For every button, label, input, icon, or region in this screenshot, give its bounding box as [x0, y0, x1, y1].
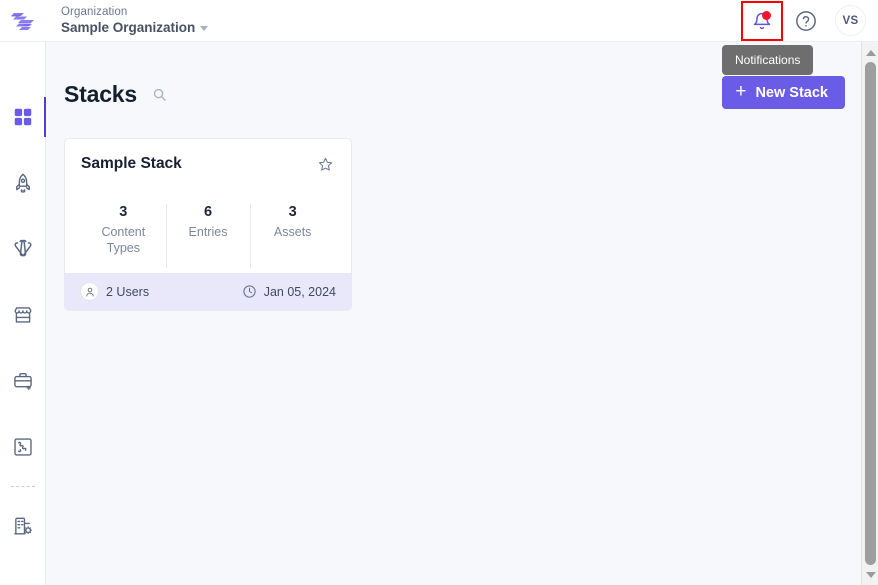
scrollbar-thumb[interactable] — [865, 62, 876, 565]
question-mark-circle-icon — [796, 10, 816, 31]
scroll-up-button[interactable] — [862, 45, 878, 60]
top-header-bar: Organization Sample Organization VS — [0, 0, 878, 42]
chevron-down-icon[interactable] — [200, 26, 209, 32]
rail-divider — [10, 486, 35, 487]
briefcase-plus-icon — [13, 372, 32, 391]
organization-name-text: Sample Organization — [61, 19, 196, 35]
sidebar-item-automate[interactable] — [0, 216, 46, 282]
avatar-initials: VS — [842, 14, 859, 27]
contentstack-logo-icon[interactable] — [0, 0, 46, 42]
page-title: Stacks — [64, 80, 137, 107]
storefront-icon — [14, 307, 31, 323]
favorite-stack-button[interactable] — [315, 154, 335, 174]
stat-value: 6 — [203, 204, 213, 220]
stat-assets: 3 Assets — [250, 204, 335, 269]
stack-date: Jan 05, 2024 — [242, 284, 336, 299]
stat-label: Assets — [273, 225, 312, 239]
automate-icon — [13, 239, 32, 257]
notifications-tooltip: Notifications — [722, 45, 814, 75]
triangle-down-icon — [865, 571, 876, 578]
stat-entries: 6 Entries — [165, 204, 251, 269]
puzzle-piece-icon — [13, 438, 32, 456]
notifications-button[interactable] — [741, 0, 783, 41]
stack-card[interactable]: Sample Stack 3 Content Types 6 Entries 3… — [64, 138, 352, 312]
vertical-scrollbar[interactable] — [861, 42, 878, 585]
triangle-up-icon — [865, 49, 876, 56]
building-gear-icon — [13, 517, 32, 535]
stack-users[interactable]: 2 Users — [80, 282, 150, 302]
stack-name: Sample Stack — [81, 155, 182, 172]
sidebar-item-launch[interactable] — [0, 150, 46, 216]
sidebar-item-apps[interactable] — [0, 414, 46, 480]
organization-name[interactable]: Sample Organization — [61, 19, 209, 36]
star-outline-icon — [318, 157, 332, 171]
rocket-icon — [15, 173, 30, 194]
help-button[interactable] — [791, 6, 821, 36]
stack-date-text: Jan 05, 2024 — [263, 284, 336, 299]
scroll-down-button[interactable] — [862, 567, 878, 582]
sidebar-item-stacks[interactable] — [0, 84, 46, 150]
left-navigation-rail — [0, 42, 46, 585]
stack-stats: 3 Content Types 6 Entries 3 Assets — [81, 204, 335, 273]
sidebar-item-marketplace[interactable] — [0, 282, 46, 348]
app-root: Organization Sample Organization VS Noti… — [0, 0, 878, 585]
stat-content-types: 3 Content Types — [81, 204, 166, 256]
clock-icon — [243, 285, 256, 298]
plus-icon: + — [735, 81, 747, 102]
new-stack-button-label: New Stack — [755, 84, 828, 101]
stack-card-footer: 2 Users Jan 05, 2024 — [65, 273, 351, 311]
header-actions: VS — [741, 0, 878, 42]
grid-squares-icon — [14, 108, 31, 126]
user-icon — [80, 282, 99, 302]
stack-card-body: Sample Stack 3 Content Types 6 Entries 3… — [65, 139, 351, 273]
organization-label: Organization — [61, 5, 128, 18]
stack-users-text: 2 Users — [106, 284, 150, 299]
organization-selector[interactable]: Organization Sample Organization — [61, 5, 209, 36]
user-avatar[interactable]: VS — [835, 5, 866, 36]
search-icon — [153, 88, 166, 101]
main-content-area: Stacks Sample Stack 3 Content Types 6 En… — [46, 42, 878, 585]
sidebar-item-toolbox[interactable] — [0, 348, 46, 414]
stat-label: Entries — [188, 225, 228, 239]
stack-card-header: Sample Stack — [81, 155, 335, 175]
stat-value: 3 — [288, 204, 297, 220]
stack-search-button[interactable] — [152, 85, 170, 103]
stat-value: 3 — [119, 204, 128, 220]
notification-unread-dot — [762, 10, 771, 20]
notifications-tooltip-text: Notifications — [735, 53, 801, 67]
new-stack-button[interactable]: + New Stack — [722, 76, 845, 109]
sidebar-item-org-settings[interactable] — [0, 493, 46, 559]
stat-label: Content Types — [101, 225, 146, 255]
